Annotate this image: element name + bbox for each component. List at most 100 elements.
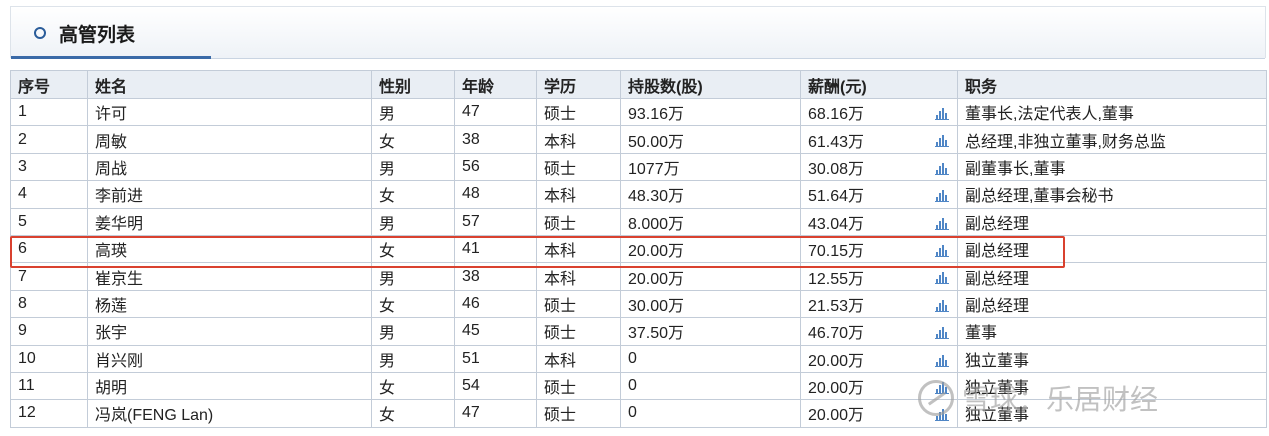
table-row: 11 胡明 女 54 硕士 0 20.00万 独立董事 [10,371,1267,401]
cell-text: 许可 [95,106,128,124]
bar-chart-icon[interactable] [935,271,949,285]
cell-text: 本科 [544,243,577,261]
cell-text: 独立董事 [965,380,1030,398]
cell-position: 独立董事 [957,399,1267,428]
cell-age: 38 [454,262,537,291]
cell-position: 副总经理 [957,289,1267,319]
cell-text: 4 [18,185,27,203]
cell-text: 独立董事 [965,407,1030,425]
cell-salary: 68.16万 [800,97,958,127]
cell-text: 1 [18,103,27,121]
cell-salary: 51.64万 [800,180,958,209]
cell-education: 本科 [536,234,621,264]
col-header-salary: 薪酬(元) [800,70,958,99]
cell-shares: 20.00万 [620,234,801,264]
cell-index: 10 [10,344,88,373]
bar-chart-icon[interactable] [935,299,949,312]
cell-gender: 女 [371,371,455,401]
cell-index: 9 [10,317,88,346]
cell-education: 硕士 [536,97,621,127]
cell-text: 41 [462,240,480,258]
cell-gender: 男 [371,344,455,373]
cell-text: 10 [18,349,36,367]
cell-index: 2 [10,125,88,154]
cell-name: 胡明 [87,371,372,401]
cell-text: 11 [18,377,35,395]
table-row: 7 崔京生 男 38 本科 20.00万 12.55万 副总经理 [10,262,1267,291]
cell-salary: 20.00万 [800,371,958,401]
cell-index: 5 [10,207,88,236]
cell-text: 女 [379,380,396,398]
cell-text: 37.50万 [628,325,685,343]
cell-gender: 男 [371,317,455,346]
cell-age: 41 [454,234,537,264]
cell-text: 男 [379,160,396,178]
cell-text: 57 [462,212,480,230]
cell-position: 董事 [957,317,1267,346]
col-header-index: 序号 [10,70,88,99]
cell-text: 副总经理 [965,243,1030,261]
cell-salary: 12.55万 [800,262,958,291]
table-row: 1 许可 男 47 硕士 93.16万 68.16万 董事长,法定代表人,董事 [10,97,1267,127]
cell-text: 46 [462,294,480,312]
cell-shares: 0 [620,344,801,373]
cell-age: 47 [454,399,537,428]
cell-text: 本科 [544,188,577,206]
cell-text: 9 [18,322,27,340]
cell-index: 1 [10,97,88,127]
circle-icon [34,27,46,39]
cell-text: 48 [462,185,480,203]
cell-text: 独立董事 [965,352,1030,370]
cell-gender: 女 [371,180,455,209]
cell-text: 张宇 [95,325,128,343]
bar-chart-icon[interactable] [935,408,949,422]
cell-text: 30.00万 [628,297,685,315]
cell-text: 硕士 [544,106,577,124]
bar-chart-icon[interactable] [935,189,949,203]
cell-age: 47 [454,97,537,127]
cell-shares: 48.30万 [620,180,801,209]
cell-gender: 男 [371,207,455,236]
cell-gender: 女 [371,399,455,428]
cell-text: 硕士 [544,297,577,315]
cell-text: 周战 [95,160,128,178]
executive-table: 序号 姓名 性别 年龄 学历 持股数(股) 薪酬(元) 职务 1 许可男 47 硕士 9… [10,70,1267,428]
cell-name: 姜华明 [87,207,372,236]
cell-text: 硕士 [544,325,577,343]
cell-shares: 37.50万 [620,317,801,346]
cell-shares: 0 [620,399,801,428]
cell-salary: 20.00万 [800,399,958,428]
cell-position: 副总经理 [957,234,1267,264]
cell-salary: 20.00万 [800,344,958,373]
cell-shares: 30.00万 [620,289,801,319]
cell-text: 女 [379,133,396,151]
bar-chart-icon[interactable] [935,244,949,257]
cell-shares: 8.000万 [620,207,801,236]
cell-position: 独立董事 [957,371,1267,401]
header-accent-bar [11,56,211,59]
cell-position: 独立董事 [957,344,1267,373]
bar-chart-icon[interactable] [935,162,949,175]
cell-salary: 61.43万 [800,125,958,154]
bar-chart-icon[interactable] [935,107,949,120]
cell-text: 43.04万 [808,215,865,233]
cell-text: 8 [18,294,27,312]
bar-chart-icon[interactable] [935,354,949,367]
panel-header: 高管列表 [10,6,1266,59]
cell-text: 21.53万 [808,297,865,315]
cell-text: 20.00万 [808,352,865,370]
cell-age: 56 [454,152,537,182]
bar-chart-icon[interactable] [935,381,949,394]
cell-education: 本科 [536,180,621,209]
bar-chart-icon[interactable] [935,134,949,148]
table-row: 2 周敏 女 38 本科 50.00万 61.43万 总经理,非独立董事,财务总监 [10,125,1267,154]
bar-chart-icon[interactable] [935,326,949,340]
cell-text: 硕士 [544,215,577,233]
cell-name: 冯岚(FENG Lan) [87,399,372,428]
cell-text: 硕士 [544,380,577,398]
cell-index: 12 [10,399,88,428]
bar-chart-icon[interactable] [935,217,949,230]
cell-name: 高瑛 [87,234,372,264]
table-row: 10 肖兴刚 男 51 本科 0 20.00万 独立董事 [10,344,1267,373]
cell-text: 副总经理 [965,270,1030,288]
